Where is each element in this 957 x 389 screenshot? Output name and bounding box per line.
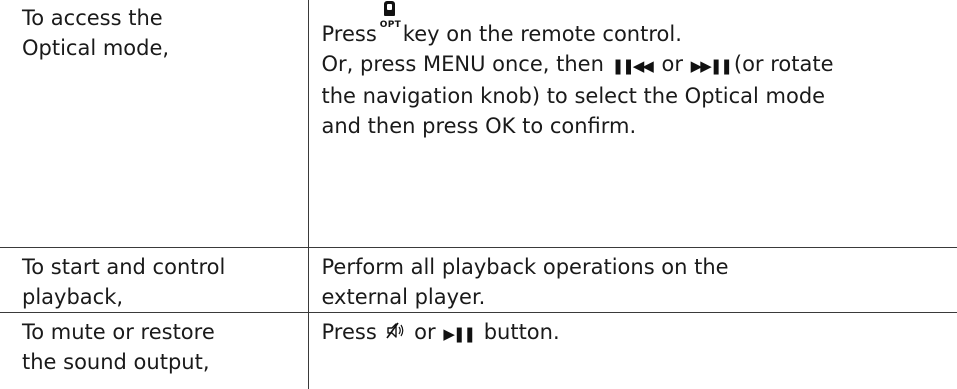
- instruction-table: To access the Optical mode, PressOPTkey …: [0, 0, 957, 389]
- optical-key-icon: OPT: [379, 19, 401, 49]
- instruction-text: button.: [484, 320, 560, 344]
- condition-cell: To start and control playback,: [0, 248, 308, 313]
- condition-line: To access the: [22, 3, 298, 33]
- condition-line: the sound output,: [22, 347, 298, 377]
- mute-icon: [385, 320, 405, 342]
- instruction-cell: Perform all playback operations on the e…: [308, 248, 957, 313]
- play-pause-icon: ▶❚❚: [443, 319, 474, 349]
- condition-cell: To mute or restore the sound output,: [0, 313, 308, 389]
- instruction-text: (or rotate: [734, 52, 834, 76]
- table-row: To mute or restore the sound output, Pre…: [0, 313, 957, 389]
- instruction-cell: PressOPTkey on the remote control. Or, p…: [308, 0, 957, 248]
- instruction-text: Press: [322, 320, 377, 344]
- optical-key-label: OPT: [380, 20, 401, 30]
- instruction-text: or: [414, 320, 435, 344]
- condition-line: To mute or restore: [22, 317, 298, 347]
- condition-line: To start and control: [22, 252, 298, 282]
- condition-cell: To access the Optical mode,: [0, 0, 308, 248]
- instruction-line: external player.: [322, 282, 957, 312]
- instruction-text: or: [661, 52, 682, 76]
- condition-line: playback,: [22, 282, 298, 312]
- instruction-line: Perform all playback operations on the: [322, 252, 957, 282]
- instruction-line: PressOPTkey on the remote control.: [322, 19, 957, 49]
- pause-rewind-icon: ❚❚◀◀: [612, 51, 652, 81]
- instruction-line: Press or ▶❚❚ button.: [322, 317, 957, 349]
- instruction-cell: Press or ▶❚❚ button.: [308, 313, 957, 389]
- instruction-line: Or, press MENU once, then ❚❚◀◀ or ▶▶❚❚(o…: [322, 49, 957, 81]
- instruction-text: Or, press MENU once, then: [322, 52, 604, 76]
- instruction-line: and then press OK to confirm.: [322, 111, 957, 141]
- table-row: To start and control playback, Perform a…: [0, 248, 957, 313]
- table-row: To access the Optical mode, PressOPTkey …: [0, 0, 957, 248]
- fastforward-pause-icon: ▶▶❚❚: [691, 51, 731, 81]
- instruction-text: key on the remote control.: [403, 22, 682, 46]
- instruction-text: Press: [322, 22, 377, 46]
- instruction-line: the navigation knob) to select the Optic…: [322, 81, 957, 111]
- condition-line: Optical mode,: [22, 33, 298, 63]
